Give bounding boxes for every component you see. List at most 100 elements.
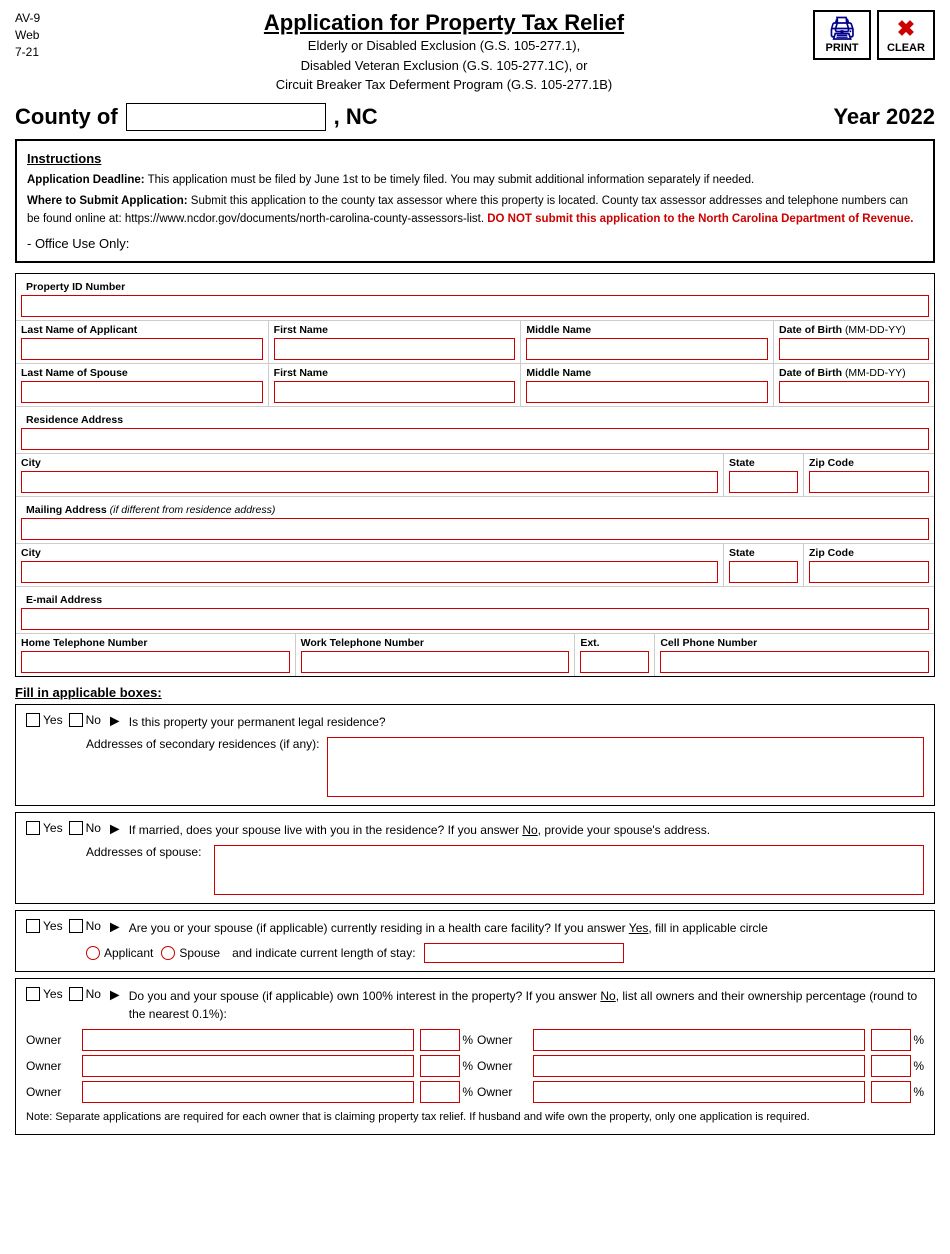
q2-yes-label[interactable]: Yes bbox=[26, 821, 63, 835]
residence-address-input[interactable] bbox=[21, 428, 929, 450]
deadline-text: This application must be filed by June 1… bbox=[148, 174, 755, 186]
cell-phone-input[interactable] bbox=[660, 651, 929, 673]
property-id-label: Property ID Number bbox=[21, 277, 929, 295]
owner-name-input-4[interactable] bbox=[533, 1055, 865, 1077]
county-input[interactable] bbox=[126, 103, 326, 131]
spouse-lastname-cell: Last Name of Spouse bbox=[16, 364, 269, 406]
subtitle: Elderly or Disabled Exclusion (G.S. 105-… bbox=[75, 36, 813, 95]
spouse-radio-label[interactable]: Spouse bbox=[161, 946, 220, 960]
q3-no-label[interactable]: No bbox=[69, 919, 101, 933]
spouse-lastname-input[interactable] bbox=[21, 381, 263, 403]
owner-name-input-2[interactable] bbox=[533, 1029, 865, 1051]
stay-input[interactable] bbox=[424, 943, 624, 963]
title-block: Application for Property Tax Relief Elde… bbox=[75, 10, 813, 95]
q2-no-label[interactable]: No bbox=[69, 821, 101, 835]
owner-name-input-5[interactable] bbox=[82, 1081, 414, 1103]
spouse-firstname-cell: First Name bbox=[269, 364, 522, 406]
state-input[interactable] bbox=[729, 471, 798, 493]
secondary-res-input[interactable] bbox=[327, 737, 924, 797]
applicant-name-row: Last Name of Applicant First Name Middle… bbox=[16, 321, 934, 364]
applicant-firstname-cell: First Name bbox=[269, 321, 522, 363]
owner-pct-input-5[interactable] bbox=[420, 1081, 460, 1103]
city2-input[interactable] bbox=[21, 561, 718, 583]
owner-row-3: Owner % bbox=[26, 1055, 473, 1077]
q3-no-checkbox[interactable] bbox=[69, 919, 83, 933]
applicant-lastname-input[interactable] bbox=[21, 338, 263, 360]
owner-pct-input-6[interactable] bbox=[871, 1081, 911, 1103]
question-4-block: Yes No ► Do you and your spouse (if appl… bbox=[15, 978, 935, 1135]
q3-yes-label[interactable]: Yes bbox=[26, 919, 63, 933]
spouse-firstname-input[interactable] bbox=[274, 381, 516, 403]
q1-no-checkbox[interactable] bbox=[69, 713, 83, 727]
property-id-input[interactable] bbox=[21, 295, 929, 317]
home-tel-input[interactable] bbox=[21, 651, 290, 673]
spouse-middlename-cell: Middle Name bbox=[521, 364, 774, 406]
ext-cell: Ext. bbox=[575, 634, 655, 676]
question-1-row: Yes No ► Is this property your permanent… bbox=[26, 713, 924, 731]
applicant-middlename-input[interactable] bbox=[526, 338, 768, 360]
q1-arrow-icon: ► bbox=[107, 713, 123, 731]
owner-name-input-3[interactable] bbox=[82, 1055, 414, 1077]
owner-pct-input-2[interactable] bbox=[871, 1029, 911, 1051]
spouse-radio[interactable] bbox=[161, 946, 175, 960]
q4-no-label[interactable]: No bbox=[69, 987, 101, 1001]
q4-yes-checkbox[interactable] bbox=[26, 987, 40, 1001]
print-button[interactable]: 🖨 PRINT bbox=[813, 10, 871, 60]
spouse-middlename-input[interactable] bbox=[526, 381, 768, 403]
owner-name-input-1[interactable] bbox=[82, 1029, 414, 1051]
q1-yes-checkbox[interactable] bbox=[26, 713, 40, 727]
owners-grid: Owner % Owner % Owner % Owner bbox=[26, 1029, 924, 1103]
work-tel-input[interactable] bbox=[301, 651, 570, 673]
spouse-dob-input[interactable] bbox=[779, 381, 929, 403]
q2-yes-checkbox[interactable] bbox=[26, 821, 40, 835]
phone-row: Home Telephone Number Work Telephone Num… bbox=[16, 634, 934, 676]
applicant-middlename-cell: Middle Name bbox=[521, 321, 774, 363]
zip-cell: Zip Code bbox=[804, 454, 934, 496]
spouse-addr-input[interactable] bbox=[214, 845, 924, 895]
email-input[interactable] bbox=[21, 608, 929, 630]
owner-name-input-6[interactable] bbox=[533, 1081, 865, 1103]
question-2-row: Yes No ► If married, does your spouse li… bbox=[26, 821, 924, 839]
mailing-address-input[interactable] bbox=[21, 518, 929, 540]
owner-label-6: Owner bbox=[477, 1085, 527, 1099]
q2-text: If married, does your spouse live with y… bbox=[129, 821, 924, 839]
spouse-addr-row: Addresses of spouse: bbox=[26, 845, 924, 895]
q1-yes-label[interactable]: Yes bbox=[26, 713, 63, 727]
state-cell: State bbox=[724, 454, 804, 496]
q4-yes-label[interactable]: Yes bbox=[26, 987, 63, 1001]
spouse-addr-label: Addresses of spouse: bbox=[86, 845, 206, 859]
owner-pct-input-1[interactable] bbox=[420, 1029, 460, 1051]
question-3-row: Yes No ► Are you or your spouse (if appl… bbox=[26, 919, 924, 937]
owner-pct-input-3[interactable] bbox=[420, 1055, 460, 1077]
applicant-radio-label[interactable]: Applicant bbox=[86, 946, 153, 960]
question-4-row: Yes No ► Do you and your spouse (if appl… bbox=[26, 987, 924, 1023]
q4-no-checkbox[interactable] bbox=[69, 987, 83, 1001]
q1-no-label[interactable]: No bbox=[69, 713, 101, 727]
spouse-dob-cell: Date of Birth (MM-DD-YY) bbox=[774, 364, 934, 406]
ext-input[interactable] bbox=[580, 651, 649, 673]
owner-row-6: Owner % bbox=[477, 1081, 924, 1103]
zip2-input[interactable] bbox=[809, 561, 929, 583]
clear-button[interactable]: ✖ CLEAR bbox=[877, 10, 935, 60]
q3-yes-checkbox[interactable] bbox=[26, 919, 40, 933]
owner-label-2: Owner bbox=[477, 1033, 527, 1047]
clear-icon: ✖ bbox=[887, 16, 925, 42]
city-cell: City bbox=[16, 454, 724, 496]
q1-text: Is this property your permanent legal re… bbox=[129, 713, 924, 731]
q2-no-checkbox[interactable] bbox=[69, 821, 83, 835]
city-state-zip-row: City State Zip Code bbox=[16, 454, 934, 497]
city2-state2-zip2-row: City State Zip Code bbox=[16, 544, 934, 587]
city-input[interactable] bbox=[21, 471, 718, 493]
owner-pct-input-4[interactable] bbox=[871, 1055, 911, 1077]
zip-input[interactable] bbox=[809, 471, 929, 493]
city2-cell: City bbox=[16, 544, 724, 586]
applicant-radio[interactable] bbox=[86, 946, 100, 960]
q3-arrow-icon: ► bbox=[107, 919, 123, 937]
applicant-dob-input[interactable] bbox=[779, 338, 929, 360]
instructions-box: Instructions Application Deadline: This … bbox=[15, 139, 935, 264]
state2-input[interactable] bbox=[729, 561, 798, 583]
owner-row-4: Owner % bbox=[477, 1055, 924, 1077]
applicant-firstname-input[interactable] bbox=[274, 338, 516, 360]
main-title: Application for Property Tax Relief bbox=[75, 10, 813, 36]
submit-label: Where to Submit Application: bbox=[27, 195, 188, 207]
